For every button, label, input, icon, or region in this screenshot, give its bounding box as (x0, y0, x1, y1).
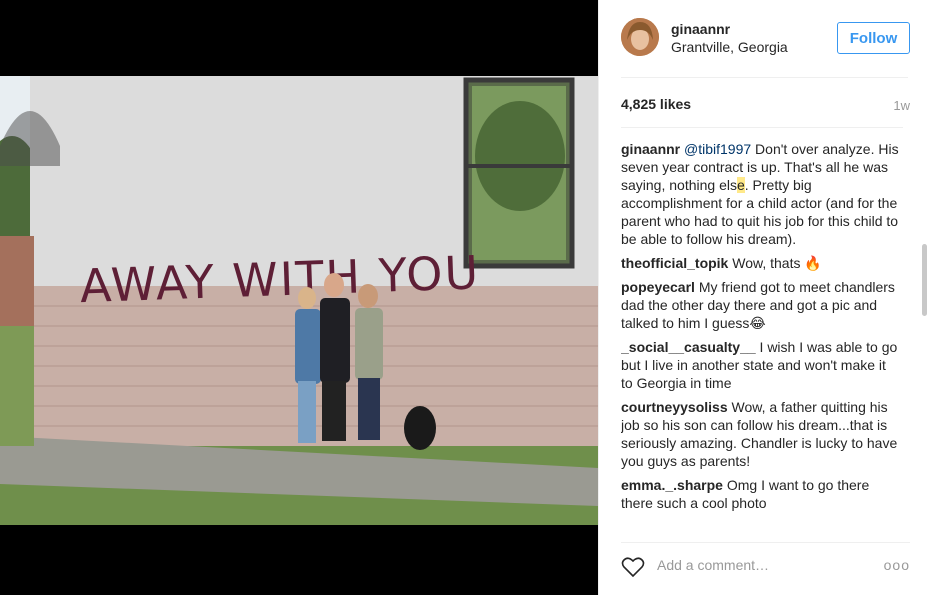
comment-username[interactable]: ginaannr (621, 141, 680, 157)
username-link[interactable]: ginaannr (671, 21, 730, 37)
likes-count[interactable]: 4,825 likes (621, 96, 691, 112)
comment-item: courtneyysoliss Wow, a father quitting h… (621, 398, 901, 470)
comment-username[interactable]: emma._.sharpe (621, 477, 723, 493)
comment-text: Wow, thats 🔥 (728, 255, 822, 271)
likes-row: 4,825 likes 1w (621, 96, 910, 116)
comment-item: theofficial_topik Wow, thats 🔥 (621, 254, 901, 272)
comment-highlight: e (736, 177, 745, 193)
comment-item: emma._.sharpe Omg I want to go there the… (621, 476, 901, 512)
comments-list[interactable]: ginaannr @tibif1997 Don't over analyze. … (621, 127, 903, 532)
comment-username[interactable]: _social__casualty__ (621, 339, 756, 355)
comment-item: popeyecarl My friend got to meet chandle… (621, 278, 901, 332)
post-sidebar: ginaannr Grantville, Georgia Follow 4,82… (598, 0, 931, 595)
more-options-icon[interactable]: ooo (884, 557, 910, 573)
comment-username[interactable]: popeyecarl (621, 279, 695, 295)
avatar[interactable] (621, 18, 659, 56)
comments-scrollbar[interactable] (922, 244, 927, 316)
post-header: ginaannr Grantville, Georgia Follow (621, 16, 910, 78)
comment-mention[interactable]: @tibif1997 (684, 141, 751, 157)
add-comment-input[interactable]: Add a comment… (657, 557, 769, 573)
photo-scene: AWAY WITH YOU (0, 76, 598, 525)
avatar-image (621, 18, 659, 56)
comment-footer: Add a comment… ooo (621, 542, 910, 584)
comment-username[interactable]: courtneyysoliss (621, 399, 728, 415)
comment-item: _social__casualty__ I wish I was able to… (621, 338, 901, 392)
post-time[interactable]: 1w (893, 98, 910, 113)
comment-item: ginaannr @tibif1997 Don't over analyze. … (621, 140, 901, 248)
post-photo[interactable]: AWAY WITH YOU (0, 76, 598, 525)
heart-icon[interactable] (621, 556, 645, 578)
photo-pane: AWAY WITH YOU (0, 0, 598, 595)
comment-username[interactable]: theofficial_topik (621, 255, 728, 271)
location-link[interactable]: Grantville, Georgia (671, 39, 788, 55)
follow-button[interactable]: Follow (837, 22, 910, 54)
